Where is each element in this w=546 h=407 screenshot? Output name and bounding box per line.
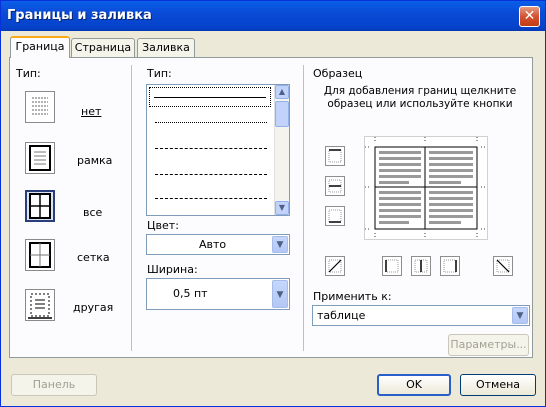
color-select[interactable]: Авто ▼ — [146, 234, 290, 255]
setting-box-label[interactable]: рамка — [77, 154, 112, 167]
border-grid-icon[interactable] — [25, 239, 55, 271]
border-right-button[interactable] — [440, 256, 460, 276]
diagonal-down-button[interactable] — [493, 256, 513, 276]
preview-label: Образец — [313, 67, 363, 80]
border-box-icon[interactable] — [25, 142, 55, 174]
ok-button[interactable]: OK — [377, 374, 451, 396]
preview-sample[interactable] — [364, 136, 488, 240]
style-item-dash-long[interactable] — [155, 198, 267, 199]
ok-button-label: OK — [406, 378, 422, 391]
apply-to-value: таблице — [317, 309, 366, 322]
dialog-window: Границы и заливка ✕ Граница Страница Зал… — [0, 0, 546, 407]
close-button[interactable]: ✕ — [519, 6, 540, 27]
panel-button-label: Панель — [32, 378, 76, 391]
setting-all-label[interactable]: все — [83, 206, 102, 219]
divider — [131, 65, 132, 351]
toolbar-panel-button[interactable]: Панель — [11, 374, 97, 396]
options-button[interactable]: Параметры... — [448, 334, 529, 356]
style-item-selected[interactable] — [149, 87, 271, 107]
width-label: Ширина: — [147, 263, 198, 276]
style-item-dashed-fine[interactable] — [155, 148, 267, 149]
preview-hint: Для добавления границ щелкните образец и… — [323, 85, 517, 110]
border-all-icon[interactable] — [25, 190, 55, 222]
title-bar[interactable]: Границы и заливка ✕ — [1, 1, 545, 31]
style-scrollbar[interactable]: ▲ ▼ — [274, 85, 289, 215]
border-inside-horizontal-button[interactable] — [325, 176, 345, 196]
setting-grid-label[interactable]: сетка — [77, 251, 110, 264]
chevron-down-icon[interactable]: ▼ — [272, 280, 288, 308]
diagonal-up-button[interactable] — [325, 256, 345, 276]
width-value: 0,5 пт — [173, 287, 208, 300]
options-button-label: Параметры... — [450, 338, 527, 351]
border-left-button[interactable] — [382, 256, 402, 276]
scroll-down-icon[interactable]: ▼ — [275, 201, 289, 215]
setting-label: Тип: — [16, 67, 41, 80]
style-listbox[interactable]: ▲ ▼ — [146, 84, 290, 216]
border-top-button[interactable] — [325, 146, 345, 166]
setting-custom-label[interactable]: другая — [73, 301, 113, 314]
tab-shading[interactable]: Заливка — [137, 38, 195, 58]
width-select[interactable]: 0,5 пт ▼ — [146, 278, 290, 310]
scroll-thumb[interactable] — [275, 101, 289, 127]
setting-none-label[interactable]: нет — [81, 105, 101, 118]
tab-shading-label: Заливка — [142, 41, 190, 54]
cancel-button-label: Отмена — [475, 378, 521, 391]
tab-border-label: Граница — [15, 40, 65, 53]
border-inside-vertical-button[interactable] — [411, 256, 431, 276]
chevron-down-icon[interactable]: ▼ — [512, 307, 528, 324]
color-label: Цвет: — [147, 219, 179, 232]
border-bottom-button[interactable] — [325, 206, 345, 226]
tab-page-border[interactable]: Страница — [71, 38, 135, 58]
scroll-up-icon[interactable]: ▲ — [275, 85, 289, 99]
style-item-dashed[interactable] — [155, 174, 267, 175]
close-icon: ✕ — [523, 8, 536, 24]
apply-to-label: Применить к: — [313, 290, 392, 303]
cancel-button[interactable]: Отмена — [460, 374, 536, 396]
border-custom-icon[interactable] — [25, 289, 55, 321]
tab-page-border-label: Страница — [74, 41, 132, 54]
border-none-icon[interactable] — [25, 91, 55, 123]
style-item-dotted[interactable] — [155, 122, 267, 123]
dialog-title: Границы и заливка — [7, 8, 152, 23]
color-value: Авто — [199, 238, 227, 251]
tab-border[interactable]: Граница — [10, 36, 70, 58]
apply-to-select[interactable]: таблице ▼ — [312, 305, 530, 326]
style-label: Тип: — [147, 67, 172, 80]
divider — [303, 65, 304, 351]
chevron-down-icon[interactable]: ▼ — [272, 236, 288, 253]
